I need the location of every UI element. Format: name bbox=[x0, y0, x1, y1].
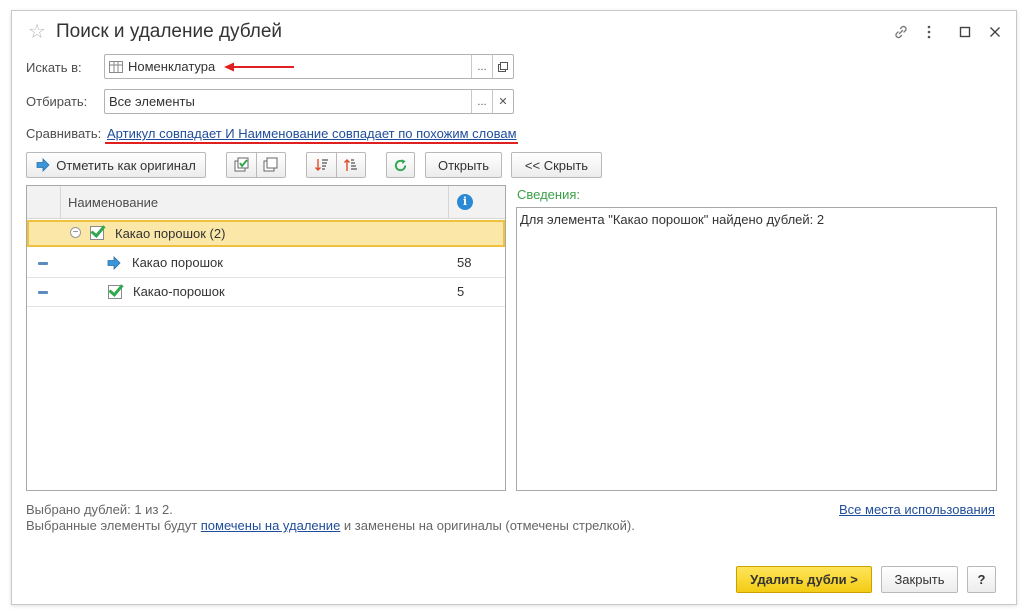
sort-ascending-button[interactable] bbox=[307, 153, 336, 177]
search-in-value: Номенклатура bbox=[128, 59, 216, 74]
maximize-icon[interactable] bbox=[954, 21, 976, 43]
selected-count-text: Выбрано дублей: 1 из 2. bbox=[26, 502, 173, 517]
row-marker-icon bbox=[38, 291, 48, 294]
sort-descending-button[interactable] bbox=[336, 153, 365, 177]
window-title: Поиск и удаление дублей bbox=[56, 21, 283, 42]
header-separator bbox=[60, 186, 61, 218]
check-all-button[interactable] bbox=[227, 153, 256, 177]
footer-note-prefix: Выбранные элементы будут bbox=[26, 518, 201, 533]
help-button[interactable]: ? bbox=[967, 566, 996, 593]
filter-field[interactable]: Все элементы ... ✕ bbox=[104, 89, 514, 114]
check-buttons-group bbox=[226, 152, 286, 178]
table-row[interactable]: Какао-порошок 5 bbox=[27, 278, 505, 307]
search-in-open-button[interactable] bbox=[492, 55, 513, 78]
search-in-label: Искать в: bbox=[26, 60, 82, 75]
uncheck-all-button[interactable] bbox=[256, 153, 285, 177]
mark-original-label: Отметить как оригинал bbox=[56, 157, 196, 173]
all-usages-link[interactable]: Все места использования bbox=[839, 502, 995, 517]
open-button[interactable]: Открыть bbox=[425, 152, 502, 178]
row-marker-icon bbox=[38, 262, 48, 265]
footer-note-suffix: и заменены на оригиналы (отмечены стрелк… bbox=[340, 518, 635, 533]
uncheck-all-icon bbox=[263, 157, 278, 172]
row-name: Какао порошок bbox=[132, 255, 223, 270]
original-arrow-icon bbox=[107, 256, 121, 270]
check-all-icon bbox=[234, 157, 248, 172]
marked-for-deletion-link[interactable]: помечены на удаление bbox=[201, 518, 341, 533]
group-label: Какао порошок (2) bbox=[115, 226, 226, 241]
refresh-icon bbox=[394, 158, 407, 171]
table-header: Наименование i bbox=[27, 186, 505, 219]
collapse-icon[interactable]: − bbox=[70, 227, 81, 238]
row-count: 5 bbox=[457, 284, 465, 299]
search-in-field[interactable]: Номенклатура ... bbox=[104, 54, 514, 79]
sort-asc-icon bbox=[314, 159, 328, 171]
filter-value: Все элементы bbox=[109, 94, 195, 109]
row-checkbox[interactable] bbox=[108, 285, 122, 299]
link-icon[interactable] bbox=[890, 21, 912, 43]
header-separator bbox=[448, 186, 449, 218]
arrow-right-icon bbox=[36, 158, 50, 172]
details-label: Сведения: bbox=[517, 187, 581, 202]
sort-buttons-group bbox=[306, 152, 366, 178]
annotation-arrow-icon bbox=[224, 62, 294, 72]
filter-label: Отбирать: bbox=[26, 94, 88, 109]
hide-button[interactable]: << Скрыть bbox=[511, 152, 602, 178]
filter-clear-button[interactable]: ✕ bbox=[492, 90, 513, 113]
row-count: 58 bbox=[457, 255, 472, 270]
compare-label: Сравнивать: bbox=[26, 126, 102, 141]
details-box: Для элемента "Какао порошок" найдено дуб… bbox=[516, 207, 997, 491]
delete-duplicates-button[interactable]: Удалить дубли > bbox=[736, 566, 872, 593]
row-name: Какао-порошок bbox=[133, 284, 225, 299]
sort-desc-icon bbox=[344, 159, 357, 171]
more-menu-icon[interactable] bbox=[918, 21, 940, 43]
search-in-select-button[interactable]: ... bbox=[471, 55, 492, 78]
annotation-underline bbox=[105, 142, 518, 144]
column-header-name[interactable]: Наименование bbox=[68, 195, 158, 210]
mark-original-button[interactable]: Отметить как оригинал bbox=[26, 152, 206, 178]
compare-criteria-link[interactable]: Артикул совпадает И Наименование совпада… bbox=[107, 126, 517, 141]
duplicates-table: Наименование i − Какао порошок (2) Какао… bbox=[26, 185, 506, 491]
filter-select-button[interactable]: ... bbox=[471, 90, 492, 113]
details-text: Для элемента "Какао порошок" найдено дуб… bbox=[520, 212, 825, 227]
table-row[interactable]: Какао порошок 58 bbox=[27, 249, 505, 278]
catalog-icon bbox=[109, 60, 123, 73]
info-icon[interactable]: i bbox=[457, 194, 473, 210]
group-checkbox[interactable] bbox=[90, 226, 104, 240]
close-button[interactable]: Закрыть bbox=[881, 566, 958, 593]
group-row[interactable]: − Какао порошок (2) bbox=[27, 220, 505, 247]
close-icon[interactable] bbox=[984, 21, 1006, 43]
refresh-button[interactable] bbox=[386, 152, 415, 178]
duplicates-window: ☆ Поиск и удаление дублей Искать в: Номе… bbox=[11, 10, 1017, 605]
favorite-star-icon[interactable]: ☆ bbox=[28, 21, 46, 43]
footer-note: Выбранные элементы будут помечены на уда… bbox=[26, 518, 635, 534]
